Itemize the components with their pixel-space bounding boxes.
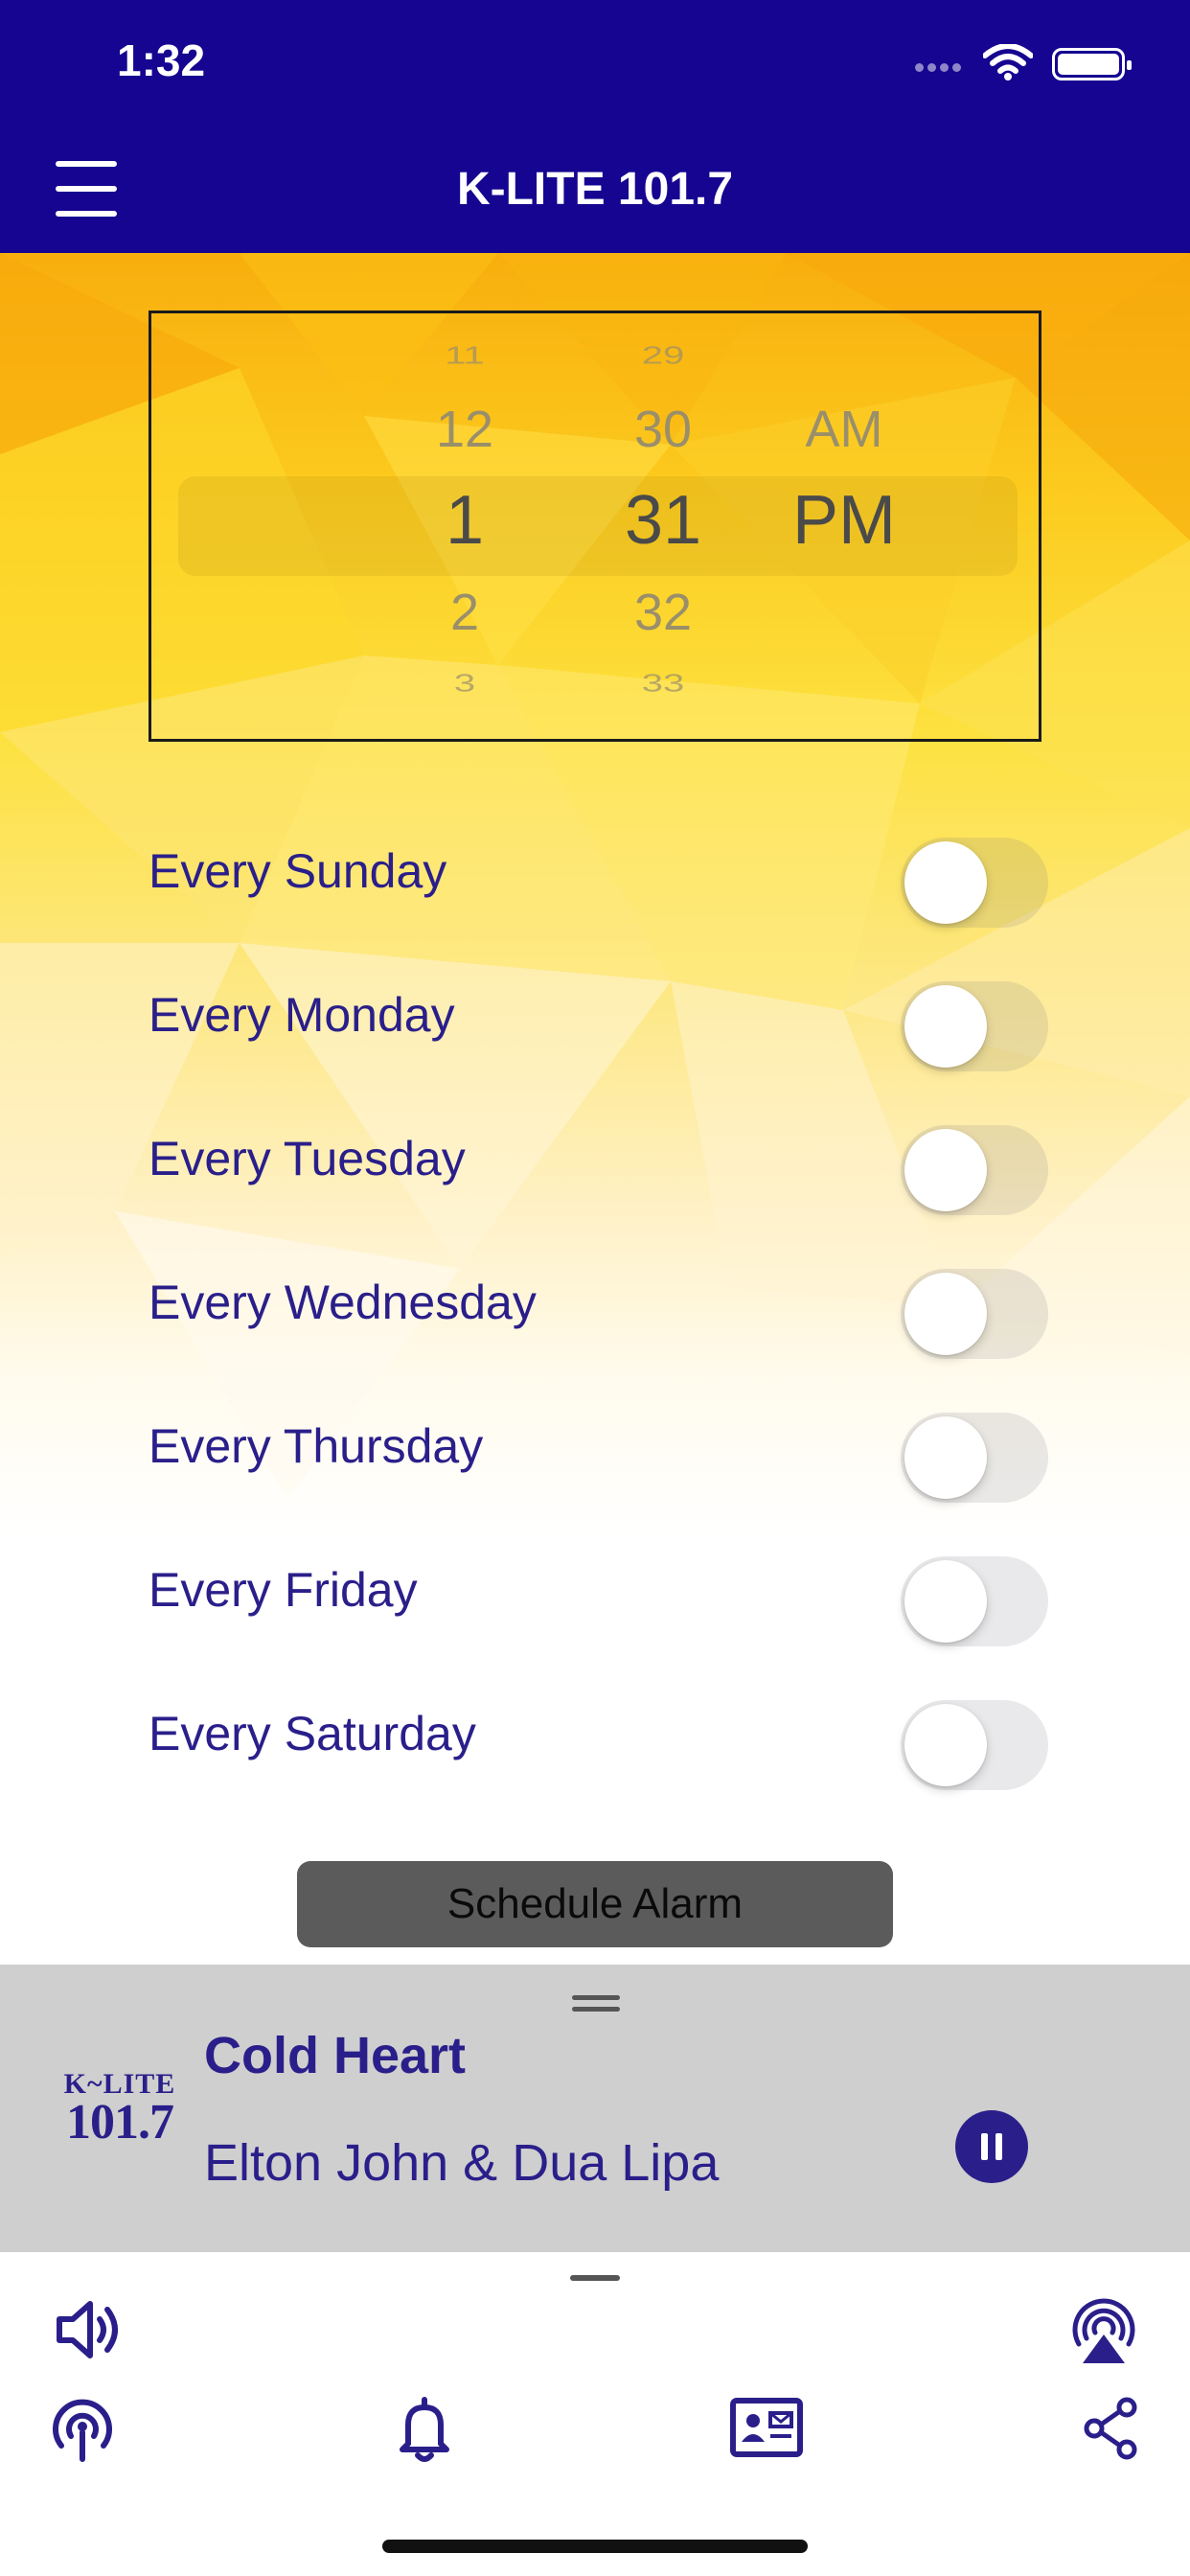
alarm-row-friday: Every Friday xyxy=(149,1541,1049,1646)
period-option[interactable]: AM xyxy=(763,400,926,459)
song-artist: Elton John & Dua Lipa xyxy=(204,2134,720,2192)
time-picker[interactable]: 11 12 1 2 3 29 30 31 32 33 AM PM xyxy=(149,310,1041,742)
friday-toggle[interactable] xyxy=(901,1556,1048,1646)
hour-option[interactable]: 2 xyxy=(383,583,546,642)
contact-card-icon[interactable] xyxy=(730,2398,803,2457)
station-logo: K~LITE 101.7 xyxy=(57,2070,182,2156)
sunday-toggle[interactable] xyxy=(901,838,1048,928)
alarm-row-monday: Every Monday xyxy=(149,966,1049,1071)
toggle-knob xyxy=(904,1704,987,1786)
toggle-knob xyxy=(904,841,987,924)
drag-handle-icon[interactable] xyxy=(572,1995,620,2014)
hour-option[interactable]: 12 xyxy=(383,400,546,459)
nav-bar: K-LITE 101.7 xyxy=(0,134,1190,253)
toggle-knob xyxy=(904,1416,987,1499)
saturday-toggle[interactable] xyxy=(901,1700,1048,1790)
status-time: 1:32 xyxy=(117,35,206,85)
alarm-day-label: Every Sunday xyxy=(149,844,447,898)
logo-bottom-text: 101.7 xyxy=(66,2095,174,2150)
song-title: Cold Heart xyxy=(204,2027,467,2084)
toolbar-handle-icon[interactable] xyxy=(570,2275,620,2281)
hour-option-selected[interactable]: 1 xyxy=(383,481,546,560)
cellular-signal-icon xyxy=(915,59,965,77)
alarm-content: 11 12 1 2 3 29 30 31 32 33 AM PM Every S… xyxy=(0,253,1190,1965)
podcast-icon[interactable] xyxy=(50,2396,115,2463)
share-icon[interactable] xyxy=(1081,2396,1140,2461)
alarm-row-thursday: Every Thursday xyxy=(149,1397,1049,1503)
alarm-day-label: Every Monday xyxy=(149,988,455,1042)
thursday-toggle[interactable] xyxy=(901,1413,1048,1503)
alarm-day-label: Every Wednesday xyxy=(149,1276,537,1329)
battery-icon xyxy=(1052,48,1132,80)
wifi-icon xyxy=(983,44,1033,80)
toggle-knob xyxy=(904,1560,987,1643)
home-indicator[interactable] xyxy=(382,2540,808,2553)
now-playing-bar[interactable]: K~LITE 101.7 Cold Heart Elton John & Dua… xyxy=(0,1965,1190,2252)
alarm-day-label: Every Tuesday xyxy=(149,1132,466,1185)
period-option-selected[interactable]: PM xyxy=(763,481,926,560)
volume-icon[interactable] xyxy=(54,2296,126,2363)
alarm-row-sunday: Every Sunday xyxy=(149,822,1049,928)
minute-option[interactable]: 30 xyxy=(582,400,744,459)
alarm-row-saturday: Every Saturday xyxy=(149,1685,1049,1790)
alarm-bell-icon[interactable] xyxy=(397,2396,452,2463)
wednesday-toggle[interactable] xyxy=(901,1269,1048,1359)
minute-option[interactable]: 29 xyxy=(582,342,744,370)
alarm-row-tuesday: Every Tuesday xyxy=(149,1110,1049,1215)
toggle-knob xyxy=(904,1129,987,1211)
page-title: K-LITE 101.7 xyxy=(456,164,734,215)
minute-option-selected[interactable]: 31 xyxy=(582,481,744,560)
hour-option[interactable]: 11 xyxy=(383,342,546,370)
minute-option[interactable]: 32 xyxy=(582,583,744,642)
toggle-knob xyxy=(904,985,987,1068)
alarm-day-label: Every Thursday xyxy=(149,1419,484,1473)
toggle-knob xyxy=(904,1273,987,1355)
tuesday-toggle[interactable] xyxy=(901,1125,1048,1215)
alarm-day-label: Every Saturday xyxy=(149,1707,476,1760)
alarm-row-wednesday: Every Wednesday xyxy=(149,1254,1049,1359)
bottom-toolbar xyxy=(0,2252,1190,2576)
minute-option[interactable]: 33 xyxy=(582,670,744,698)
status-bar: 1:32 xyxy=(0,0,1190,134)
monday-toggle[interactable] xyxy=(901,981,1048,1071)
pause-button[interactable] xyxy=(955,2110,1028,2183)
alarm-day-label: Every Friday xyxy=(149,1563,418,1617)
airplay-icon[interactable] xyxy=(1065,2290,1142,2367)
hour-option[interactable]: 3 xyxy=(383,670,546,698)
schedule-alarm-button[interactable]: Schedule Alarm xyxy=(297,1861,893,1947)
